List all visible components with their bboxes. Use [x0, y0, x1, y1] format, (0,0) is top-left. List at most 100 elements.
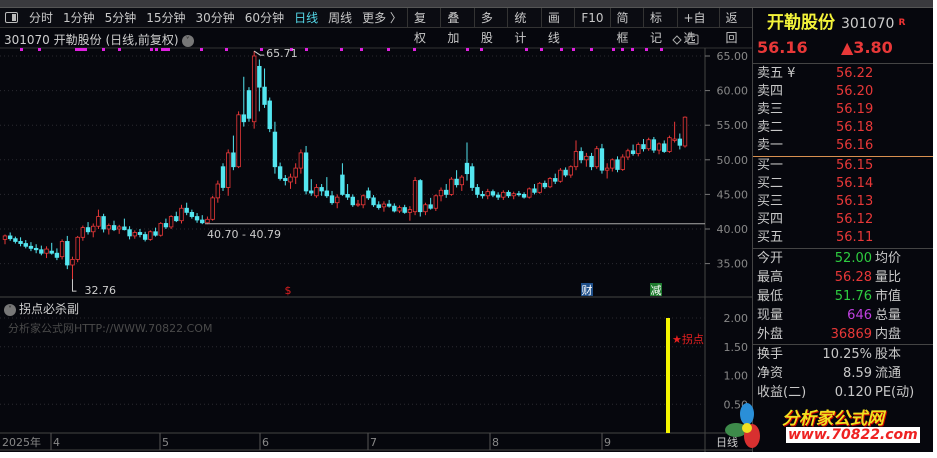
- candle-body: [283, 178, 288, 181]
- stock-header: 开勒股份 301070 R: [753, 10, 933, 36]
- candle-body: [402, 207, 407, 213]
- candle-body: [480, 193, 485, 197]
- high-pointer: [253, 50, 265, 56]
- y-tick-label: 35.00: [717, 258, 749, 271]
- high-label: 65.71: [266, 47, 298, 60]
- candle-body: [127, 229, 132, 237]
- stat-label: 现量: [757, 308, 784, 323]
- order-row: 买一 56.15: [753, 157, 933, 175]
- candle-body: [85, 227, 91, 233]
- signal-dot: [560, 48, 563, 51]
- candle-body: [423, 204, 428, 213]
- signal-dot: [78, 48, 81, 51]
- candle-body: [506, 191, 511, 197]
- order-label: 卖五 ¥: [757, 66, 796, 81]
- signal-dot: [660, 48, 663, 51]
- candle-body: [236, 114, 241, 168]
- candle-body: [677, 138, 683, 146]
- candle-body: [469, 166, 475, 188]
- watermark: 分析家公式网HTTP://WWW.70822.COM: [8, 322, 213, 335]
- candle-body: [101, 216, 106, 230]
- candle-body: [542, 182, 548, 188]
- stock-flag: R: [898, 18, 906, 28]
- candle-body: [641, 144, 646, 150]
- low-label: 32.76: [84, 284, 116, 297]
- candle-body: [454, 178, 459, 186]
- candle-body: [288, 176, 293, 183]
- layout-icon: [687, 34, 699, 45]
- candle-body: [521, 193, 527, 198]
- stat-label: 净资: [757, 366, 784, 381]
- stats-list-2: 换手 10.25% 股本 净资 8.59 流通 收益(二) 0.120 PE(动): [753, 345, 933, 402]
- candle-body: [558, 169, 563, 182]
- candle-body: [335, 196, 340, 204]
- signal-dot: [20, 48, 23, 51]
- chevron-down-icon[interactable]: ˅: [4, 303, 16, 316]
- stat-label-right: 均价: [875, 251, 902, 266]
- candle-body: [329, 195, 335, 204]
- order-row: 卖四 56.20: [753, 83, 933, 101]
- order-row: 买四 56.12: [753, 211, 933, 229]
- candle-body: [464, 162, 470, 175]
- date-label: 9: [604, 436, 611, 449]
- candle-body: [309, 190, 314, 194]
- stat-row: 外盘 36869 内盘: [753, 325, 933, 344]
- candle-body: [340, 174, 345, 195]
- candle-body: [96, 216, 101, 227]
- candle-body: [111, 225, 117, 231]
- candle-body: [667, 137, 672, 152]
- candle-body: [215, 183, 221, 199]
- candle-body: [153, 231, 158, 236]
- candle-body: [563, 169, 568, 176]
- candle-body: [392, 205, 397, 212]
- candle-body: [438, 189, 444, 197]
- signal-dot: [155, 48, 158, 51]
- candle-body: [610, 159, 615, 169]
- y-tick-label: 50.00: [717, 154, 749, 167]
- candle-body: [656, 143, 662, 151]
- candle-body: [407, 209, 413, 213]
- candle-body: [547, 178, 553, 188]
- order-price: 56.11: [836, 230, 874, 245]
- candle-body: [568, 166, 574, 176]
- signal-dot: [167, 48, 170, 51]
- stat-row: 现量 646 总量: [753, 306, 933, 325]
- candle-body: [324, 190, 330, 197]
- candle-body: [91, 225, 96, 233]
- event-marker: 减: [651, 284, 662, 297]
- candle-body: [28, 245, 34, 249]
- candle-body: [682, 116, 688, 147]
- candle-body: [366, 190, 371, 199]
- candle-body: [553, 178, 558, 182]
- signal-dot: [38, 48, 41, 51]
- candle-body: [599, 148, 605, 171]
- order-label: 买一: [757, 158, 784, 173]
- candle-body: [573, 151, 579, 168]
- stock-app: 分时 1分钟 5分钟 15分钟 30分钟 60分钟 日线 周线 更多 〉 复权 叠加 多股 统计 画线 F…: [0, 0, 933, 452]
- stat-row: 最高 56.28 量比: [753, 268, 933, 287]
- order-price: 56.22: [836, 66, 874, 81]
- candle-body: [345, 193, 350, 198]
- flower-logo-icon: [725, 403, 760, 448]
- candle-body: [428, 204, 433, 209]
- candle-body: [303, 152, 309, 192]
- date-label: 8: [492, 436, 499, 449]
- indicator-name: 拐点必杀副: [19, 302, 80, 316]
- candle-body: [267, 100, 272, 130]
- candle-body: [184, 207, 189, 213]
- kline-chart[interactable]: 65.00 60.00 55.00 50.00 45.00 40.00 35.00 65.71…: [0, 0, 752, 452]
- stat-value: 56.28: [834, 270, 872, 285]
- low-pointer: [71, 279, 77, 292]
- candle-body: [200, 219, 205, 224]
- candle-body: [137, 232, 143, 235]
- stat-label-right: 流通: [875, 366, 902, 381]
- signal-dot: [84, 48, 87, 51]
- signal-dot: [631, 48, 634, 51]
- candle-body: [636, 144, 641, 154]
- signal-dot: [413, 48, 416, 51]
- candle-body: [220, 166, 226, 188]
- candle-body: [360, 195, 366, 206]
- candle-body: [210, 197, 215, 220]
- order-label: 买二: [757, 176, 784, 191]
- candle-body: [277, 166, 283, 179]
